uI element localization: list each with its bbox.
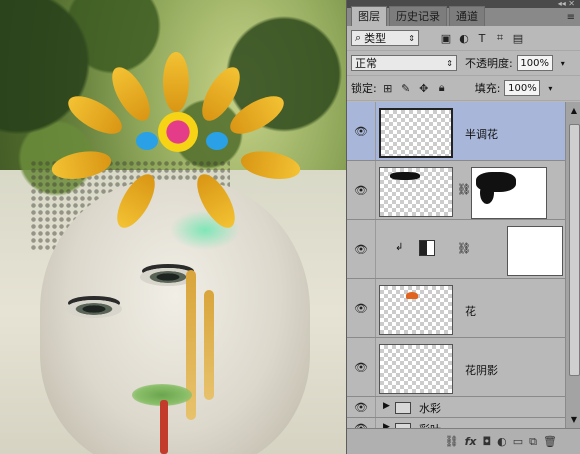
fill-slider-icon[interactable]: ▾ [544,80,556,96]
opacity-input[interactable]: 100% [516,55,553,71]
left-eye [66,300,122,318]
opacity-slider-icon[interactable]: ▾ [557,55,569,71]
layer-thumbnail [379,167,453,217]
flower-artwork [49,52,303,234]
lock-label: 锁定: [351,82,377,95]
layer-style-fx-icon[interactable]: fx [465,435,477,448]
visibility-eye-icon[interactable]: 👁︎ [347,102,376,160]
panel-tabs: 图层 历史记录 通道 ≡ [347,6,580,26]
lock-position-icon[interactable]: ✥ [417,82,431,95]
chevron-down-icon: ⇕ [408,33,415,43]
smart-object-filter-icon[interactable]: ▤ [511,32,525,45]
lock-transparency-icon[interactable]: ⊞ [381,82,395,95]
chain-link-icon[interactable]: ⛓︎ [457,183,471,196]
layers-panel: ◂◂ ✕ 图层 历史记录 通道 ≡ ⌕ 类型 ⇕ ▣ ◐ T ⌗ ▤ 正常 ⇕ … [346,0,580,454]
layer-group-row[interactable]: 👁︎ ▶ 水彩 [347,397,565,418]
fill-label: 填充: [474,82,501,95]
link-layers-icon[interactable]: ⛓︎ [445,435,459,448]
new-layer-icon[interactable]: ⧉ [529,435,537,449]
filter-row: ⌕ 类型 ⇕ ▣ ◐ T ⌗ ▤ [347,26,580,51]
layer-row[interactable]: 👁︎ 花 [347,279,565,338]
blend-mode-dropdown[interactable]: 正常 ⇕ [351,55,457,71]
shape-filter-icon[interactable]: ⌗ [493,31,507,45]
layers-scrollbar[interactable]: ▲ ▼ [565,102,580,428]
layer-row[interactable]: 👁︎ ↲ ⛓︎ [347,220,565,279]
pixel-filter-icon[interactable]: ▣ [439,32,453,45]
visibility-eye-icon[interactable]: 👁︎ [347,418,376,428]
layer-mask-thumbnail[interactable] [507,226,563,276]
fill-input[interactable]: 100% [504,80,541,96]
lock-row: 锁定: ⊞ ✎ ✥ 🔒︎ 填充: 100% ▾ [347,76,580,101]
layer-group-row[interactable]: 👁︎ ▶ 彩叶 [347,418,565,428]
add-mask-icon[interactable]: ◘ [482,435,491,448]
tab-layers[interactable]: 图层 [351,6,387,26]
search-icon: ⌕ [355,31,362,44]
new-group-icon[interactable]: ▭ [513,435,523,448]
visibility-eye-icon[interactable]: 👁︎ [347,161,376,219]
blend-row: 正常 ⇕ 不透明度: 100% ▾ [347,51,580,76]
filter-kind-dropdown[interactable]: ⌕ 类型 ⇕ [351,30,419,46]
layer-name: 花 [465,305,476,318]
layers-bottom-toolbar: ⛓︎ fx ◘ ◐ ▭ ⧉ 🗑︎ [347,428,580,454]
layer-name: 半调花 [465,128,498,141]
layer-thumbnail [379,285,453,335]
document-canvas[interactable] [0,0,346,454]
adjustment-layer-icon [419,240,435,256]
scroll-up-icon[interactable]: ▲ [566,106,580,115]
visibility-eye-icon[interactable]: 👁︎ [347,338,376,396]
clip-arrow-icon: ↲ [395,242,404,253]
red-paint-drip [160,400,168,454]
lock-image-pixels-icon[interactable]: ✎ [399,82,413,95]
new-adjustment-icon[interactable]: ◐ [497,435,507,448]
chevron-down-icon: ⇕ [446,58,453,68]
type-filter-icon[interactable]: T [475,32,489,45]
layer-mask-thumbnail[interactable] [471,167,547,219]
layers-list: 👁︎ 半调花 👁︎ ⛓︎ 👁︎ ↲ ⛓︎ 👁︎ 花 👁︎ 花阴影 👁︎ ▶ 水彩… [347,102,565,428]
filter-kind-label: 类型 [364,32,387,45]
layer-row[interactable]: 👁︎ 花阴影 [347,338,565,397]
layer-thumbnail [379,344,453,394]
layer-thumbnail [379,108,453,158]
scrollbar-thumb[interactable] [569,124,580,376]
delete-layer-icon[interactable]: 🗑︎ [543,435,557,448]
chain-link-icon[interactable]: ⛓︎ [457,242,471,255]
panel-menu-icon[interactable]: ≡ [567,12,575,23]
paint-drip [204,290,214,400]
visibility-eye-icon[interactable]: 👁︎ [347,397,376,417]
collapse-close-icons[interactable]: ◂◂ ✕ [558,0,575,8]
expand-triangle-icon[interactable]: ▶ [383,401,390,411]
tab-channels[interactable]: 通道 [449,6,485,26]
blend-mode-value: 正常 [355,57,377,70]
visibility-eye-icon[interactable]: 👁︎ [347,220,376,278]
layer-row[interactable]: 👁︎ 半调花 [347,102,565,161]
scroll-down-icon[interactable]: ▼ [566,415,580,424]
layer-name: 花阴影 [465,364,498,377]
tab-history[interactable]: 历史记录 [389,6,447,26]
lock-all-icon[interactable]: 🔒︎ [435,81,449,95]
opacity-label: 不透明度: [465,57,513,70]
group-name: 彩叶 [419,421,441,428]
group-name: 水彩 [419,402,441,415]
visibility-eye-icon[interactable]: 👁︎ [347,279,376,337]
layer-row[interactable]: 👁︎ ⛓︎ [347,161,565,220]
adjustment-filter-icon[interactable]: ◐ [457,32,471,45]
folder-icon [395,402,411,414]
